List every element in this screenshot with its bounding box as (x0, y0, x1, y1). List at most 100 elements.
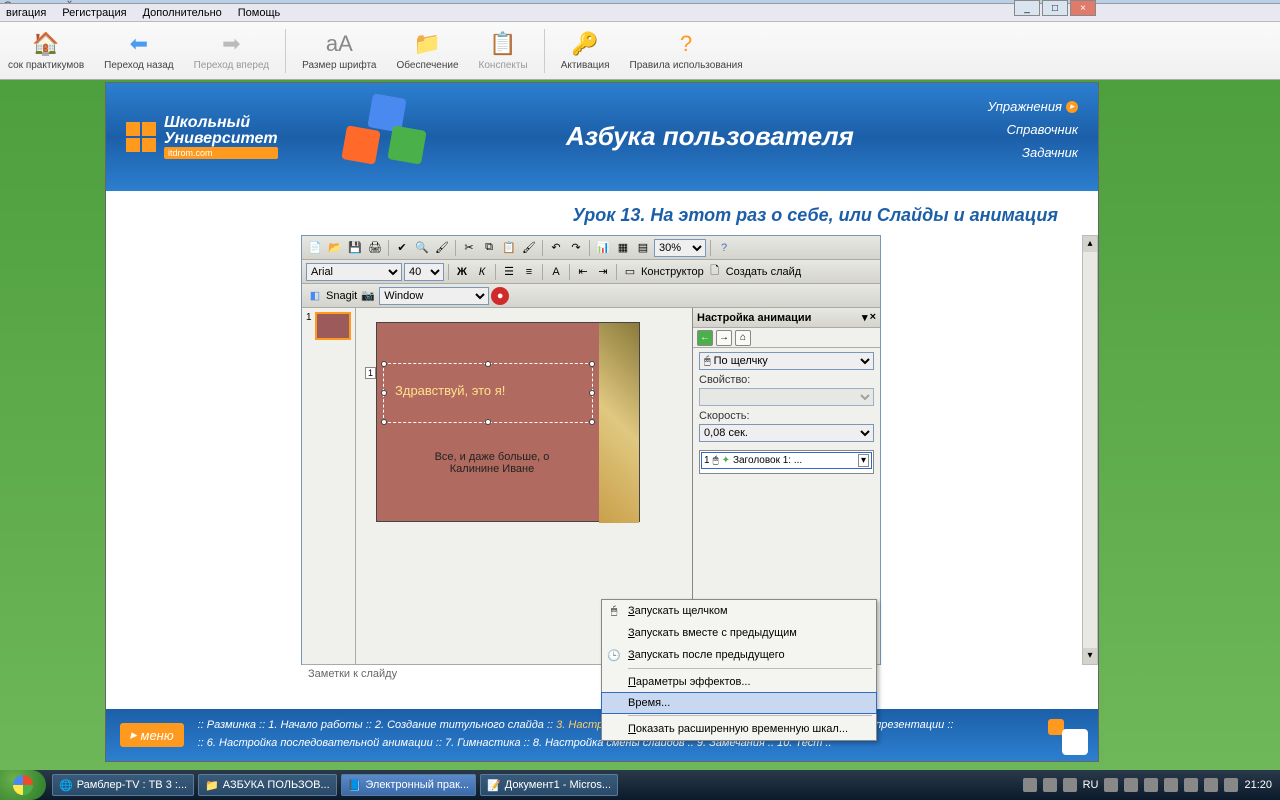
property-select[interactable] (699, 388, 874, 406)
table-icon[interactable]: ▦ (614, 239, 632, 257)
new-slide-button[interactable]: Создать слайд (726, 266, 801, 278)
slide[interactable]: 1 Здравствуй, это я! Все, и даже больше,… (376, 322, 640, 522)
toolbar-button[interactable]: aAРазмер шрифта (298, 28, 380, 73)
taskpane-dropdown-icon[interactable]: ▾ (862, 311, 868, 324)
tray-icon[interactable] (1023, 778, 1037, 792)
numbering-icon[interactable]: ≡ (520, 263, 538, 281)
taskbar-item[interactable]: 📁АЗБУКА ПОЛЬЗОВ... (198, 774, 337, 796)
paste-icon[interactable]: 📋 (500, 239, 518, 257)
cut-icon[interactable]: ✂ (460, 239, 478, 257)
snagit-rec-icon[interactable]: ● (491, 287, 509, 305)
close-button[interactable]: × (1070, 0, 1096, 16)
new-icon[interactable]: 📄 (306, 239, 324, 257)
tray-icon[interactable] (1164, 778, 1178, 792)
open-icon[interactable]: 📂 (326, 239, 344, 257)
taskpane-home-icon[interactable]: ⌂ (735, 330, 751, 346)
menu-item[interactable]: вигация (2, 6, 50, 20)
help-icon[interactable]: ? (715, 239, 733, 257)
context-menu-item[interactable]: Запускать вместе с предыдущим (602, 622, 876, 644)
taskbar-item[interactable]: 🌐Рамблер-TV : ТВ 3 :... (52, 774, 194, 796)
taskbar-item[interactable]: 📘Электронный прак... (341, 774, 476, 796)
snagit-window-select[interactable]: Window (379, 287, 489, 305)
font-larger-icon[interactable]: A (547, 263, 565, 281)
indent-left-icon[interactable]: ⇤ (574, 263, 592, 281)
tray-icon[interactable] (1063, 778, 1077, 792)
toolbar-button[interactable]: 📋Конспекты (475, 28, 532, 73)
thumb-slide[interactable] (315, 312, 351, 340)
slide-subtitle-text[interactable]: Все, и даже больше, о Калинине Иване (417, 451, 567, 475)
toolbar-button[interactable]: 🔑Активация (557, 28, 614, 73)
start-button[interactable] (0, 770, 46, 800)
item-dropdown-icon[interactable]: ▾ (858, 454, 869, 467)
undo-icon[interactable]: ↶ (547, 239, 565, 257)
windows-taskbar[interactable]: 🌐Рамблер-TV : ТВ 3 :...📁АЗБУКА ПОЛЬЗОВ..… (0, 770, 1280, 800)
font-size-select[interactable]: 40 (404, 263, 444, 281)
copy-icon[interactable]: ⧉ (480, 239, 498, 257)
italic-icon[interactable]: К (473, 263, 491, 281)
chart-icon[interactable]: 📊 (594, 239, 612, 257)
tray-icon[interactable] (1124, 778, 1138, 792)
snagit-capture-icon[interactable]: 📷 (359, 287, 377, 305)
menu-item[interactable]: Дополнительно (139, 6, 226, 20)
language-indicator[interactable]: RU (1083, 779, 1099, 791)
tray-icon[interactable] (1104, 778, 1118, 792)
redo-icon[interactable]: ↷ (567, 239, 585, 257)
research-icon[interactable]: 🔍 (413, 239, 431, 257)
menu-item[interactable]: Регистрация (58, 6, 130, 20)
constructor-button[interactable]: Конструктор (641, 266, 704, 278)
design-icon[interactable]: ▭ (621, 263, 639, 281)
toolbar-button[interactable]: 📁Обеспечение (393, 28, 463, 73)
tray-icon[interactable] (1224, 778, 1238, 792)
snagit-icon[interactable]: ◧ (306, 287, 324, 305)
taskpane-close-icon[interactable]: × (870, 311, 876, 324)
menu-item[interactable]: Помощь (234, 6, 285, 20)
bullets-icon[interactable]: ☰ (500, 263, 518, 281)
format-painter-icon[interactable]: 🖌 (520, 239, 538, 257)
context-menu-item[interactable]: 🖱Запускать щелчком (602, 600, 876, 622)
minimize-button[interactable]: _ (1014, 0, 1040, 16)
copy-format-icon[interactable]: 🖌 (433, 239, 451, 257)
taskpane-fwd-icon[interactable]: → (716, 330, 732, 346)
lesson-title: Урок 13. На этот раз о себе, или Слайды … (106, 191, 1098, 234)
maximize-button[interactable]: □ (1042, 0, 1068, 16)
new-slide-icon[interactable]: 🗋 (706, 263, 724, 281)
toolbar-button[interactable]: 🏠сок практикумов (4, 28, 88, 73)
tray-icon[interactable] (1043, 778, 1057, 792)
system-tray[interactable]: RU 21:20 (1023, 778, 1280, 792)
spell-icon[interactable]: ✔ (393, 239, 411, 257)
bold-icon[interactable]: Ж (453, 263, 471, 281)
tray-icon[interactable] (1204, 778, 1218, 792)
start-select[interactable]: 🖱 По щелчку (699, 352, 874, 370)
tray-icon[interactable] (1184, 778, 1198, 792)
toolbar-button[interactable]: ➡Переход вперед (190, 28, 274, 73)
slide-title-text[interactable]: Здравствуй, это я! (395, 383, 505, 398)
context-menu-item[interactable]: 🕒Запускать после предыдущего (602, 644, 876, 666)
tray-icon[interactable] (1144, 778, 1158, 792)
indent-right-icon[interactable]: ⇥ (594, 263, 612, 281)
zoom-select[interactable]: 30% (654, 239, 706, 257)
taskpane-back-icon[interactable]: ← (697, 330, 713, 346)
slide-thumbnails[interactable]: 1 (302, 308, 356, 664)
toolbar-button[interactable]: ?Правила использования (626, 28, 747, 73)
scroll-down-icon[interactable]: ▾ (1083, 648, 1097, 664)
anim-list[interactable]: 1 🖱 ✦ Заголовок 1: ... ▾ (699, 450, 874, 474)
speed-select[interactable]: 0,08 сек. (699, 424, 874, 442)
grid-icon[interactable]: ▤ (634, 239, 652, 257)
scroll-up-icon[interactable]: ▴ (1083, 236, 1097, 252)
banner-link[interactable]: Задачник (1022, 145, 1078, 160)
font-select[interactable]: Arial (306, 263, 402, 281)
context-menu-item[interactable]: Время... (601, 692, 877, 714)
toolbar-button[interactable]: ⬅Переход назад (100, 28, 177, 73)
banner-link[interactable]: Упражнения ▸ (988, 99, 1078, 114)
content-scrollbar[interactable]: ▴ ▾ (1082, 235, 1098, 665)
taskbar-item[interactable]: 📝Документ1 - Micros... (480, 774, 618, 796)
context-menu-item[interactable]: Показать расширенную временную шкал... (602, 718, 876, 740)
banner-link[interactable]: Справочник (1007, 122, 1078, 137)
effect-icon: ✦ (722, 455, 730, 466)
print-icon[interactable]: 🖨 (366, 239, 384, 257)
menu-button[interactable]: ▸ меню (120, 723, 184, 747)
clock[interactable]: 21:20 (1244, 779, 1272, 791)
anim-list-item[interactable]: 1 🖱 ✦ Заголовок 1: ... ▾ (701, 452, 872, 469)
context-menu-item[interactable]: Параметры эффектов... (602, 671, 876, 693)
save-icon[interactable]: 💾 (346, 239, 364, 257)
